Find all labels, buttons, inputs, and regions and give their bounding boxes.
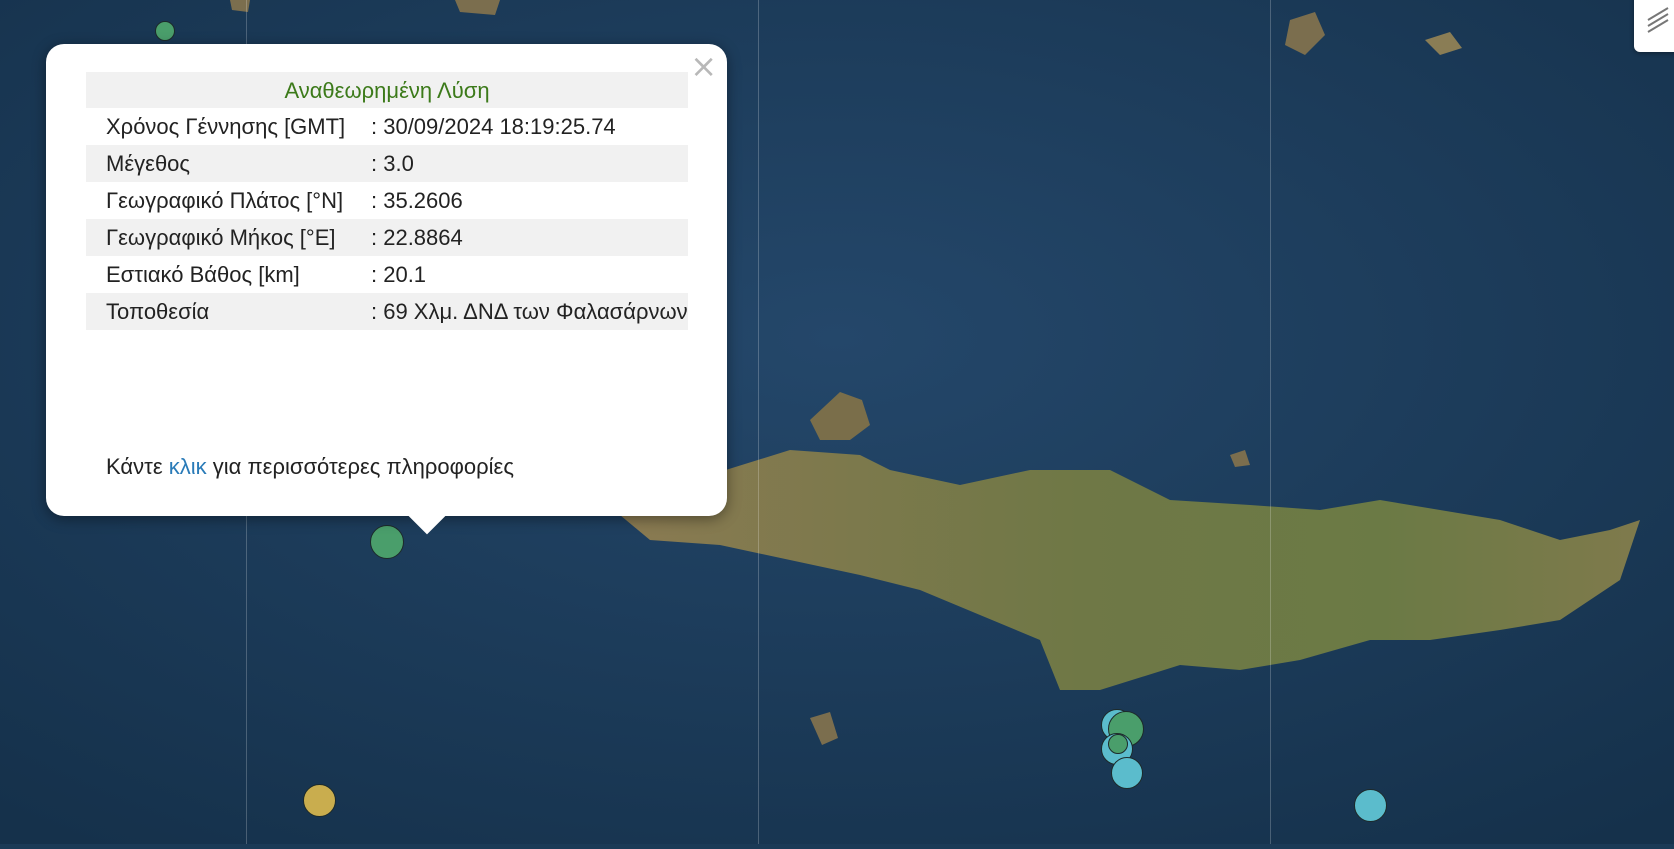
layers-icon: [1647, 7, 1669, 33]
more-info-line: Κάντε κλικ για περισσότερες πληροφορίες: [106, 454, 514, 480]
earthquake-marker[interactable]: [1108, 734, 1128, 754]
field-label: Τοποθεσία: [86, 293, 351, 330]
table-row: Γεωγραφικό Πλάτος [°N] : 35.2606: [86, 182, 688, 219]
more-info-link[interactable]: κλικ: [169, 454, 207, 479]
table-row: Τοποθεσία : 69 Χλμ. ΔΝΔ των Φαλασάρνων: [86, 293, 688, 330]
more-info-prefix: Κάντε: [106, 454, 163, 479]
table-row: Εστιακό Βάθος [km] : 20.1: [86, 256, 688, 293]
table-row: Μέγεθος : 3.0: [86, 145, 688, 182]
earthquake-marker-selected[interactable]: [370, 525, 404, 559]
field-value: : 35.2606: [371, 188, 463, 213]
field-label: Μέγεθος: [86, 145, 351, 182]
field-label: Εστιακό Βάθος [km]: [106, 262, 300, 287]
earthquake-info-popup: × Αναθεωρημένη Λύση Χρόνος Γέννησης [GMT…: [46, 44, 727, 535]
earthquake-marker[interactable]: [1111, 757, 1143, 789]
graticule-line: [1270, 0, 1271, 844]
earthquake-details-table: Αναθεωρημένη Λύση Χρόνος Γέννησης [GMT] …: [86, 72, 688, 330]
field-label: Χρόνος Γέννησης [GMT]: [106, 114, 346, 139]
earthquake-marker[interactable]: [303, 784, 336, 817]
popup-title: Αναθεωρημένη Λύση: [86, 72, 688, 108]
table-row: Γεωγραφικό Μήκος [°E] : 22.8864: [86, 219, 688, 256]
field-value: : 22.8864: [351, 219, 688, 256]
earthquake-marker[interactable]: [1354, 789, 1387, 822]
graticule-line: [758, 0, 759, 844]
field-value: : 3.0: [351, 145, 688, 182]
field-value: : 69 Χλμ. ΔΝΔ των Φαλασάρνων: [351, 293, 688, 330]
field-label: Γεωγραφικό Μήκος [°E]: [86, 219, 351, 256]
field-label: Γεωγραφικό Πλάτος [°N]: [106, 188, 344, 213]
field-value: : 20.1: [371, 262, 427, 287]
layers-control[interactable]: [1634, 0, 1674, 52]
earthquake-marker[interactable]: [155, 21, 175, 41]
field-value: : 30/09/2024 18:19:25.74: [371, 114, 616, 139]
table-row: Χρόνος Γέννησης [GMT] : 30/09/2024 18:19…: [86, 108, 688, 145]
close-icon[interactable]: ×: [690, 50, 717, 82]
more-info-suffix: για περισσότερες πληροφορίες: [212, 454, 514, 479]
